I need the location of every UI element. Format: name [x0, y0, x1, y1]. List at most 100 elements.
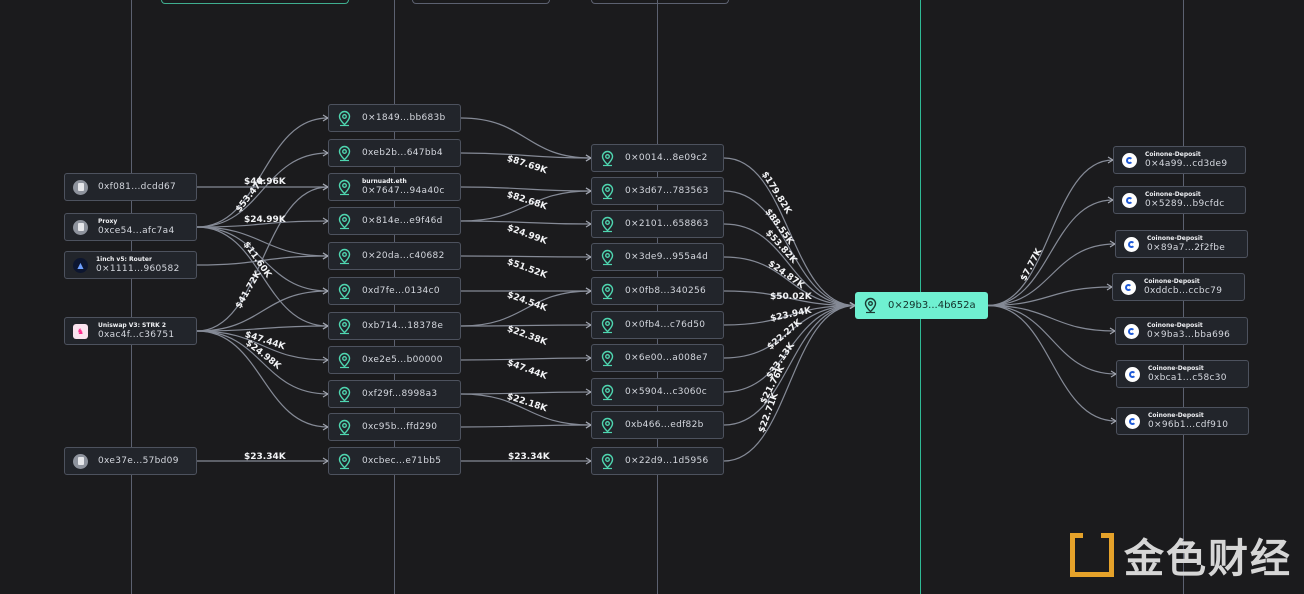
node-address: 0×0fb8...340256 [625, 286, 707, 296]
node-address: 0×22d9...1d5956 [625, 456, 709, 466]
location-pin-icon [337, 179, 352, 196]
hop2-node[interactable]: 0×3d67...783563 [591, 177, 724, 205]
hop1-node[interactable]: 0×1849...bb683b [328, 104, 461, 132]
source-node[interactable]: ♞ Uniswap V3: STRK 2 0xac4f...c36751 [64, 317, 197, 345]
node-address: 0×5289...b9cfdc [1145, 199, 1225, 209]
flow-edge [460, 220, 592, 225]
hop2-node[interactable]: 0×0fb8...340256 [591, 277, 724, 305]
deposit-node[interactable]: Coinone-Deposit 0×5289...b9cfdc [1113, 186, 1246, 214]
hop2-node[interactable]: 0×22d9...1d5956 [591, 447, 724, 475]
location-pin-icon [600, 317, 615, 334]
node-address: 0xb466...edf82b [625, 420, 704, 430]
node-address: 0xcbec...e71bb5 [362, 456, 442, 466]
edge-amount-label: $23.34K [508, 452, 550, 462]
node-address: 0×96b1...cdf910 [1148, 420, 1229, 430]
deposit-node[interactable]: Coinone-Deposit 0xbca1...c58c30 [1116, 360, 1249, 388]
coinone-logo-icon [1125, 366, 1140, 382]
deposit-node[interactable]: Coinone-Deposit 0×96b1...cdf910 [1116, 407, 1249, 435]
location-pin-icon [337, 453, 352, 470]
hop1-node[interactable]: 0×20da...c40682 [328, 242, 461, 270]
node-address: 0xe2e5...b00000 [362, 355, 443, 365]
node-address: 0×5904...c3060c [625, 387, 708, 397]
node-address: 0×7647...94a40c [362, 186, 445, 196]
hop2-node[interactable]: 0xb466...edf82b [591, 411, 724, 439]
node-address: 0×2101...658863 [625, 219, 709, 229]
target-address-node[interactable]: 0×29b3...4b652a [855, 292, 988, 319]
node-label: burnuadt.eth [362, 178, 407, 185]
watermark: 金色财经 [1070, 526, 1292, 584]
node-address: 0×0fb4...c76d50 [625, 320, 706, 330]
flow-edge [987, 199, 1114, 307]
hop1-node[interactable]: 0xe2e5...b00000 [328, 346, 461, 374]
hop2-node[interactable]: 0×5904...c3060c [591, 378, 724, 406]
flow-edge [987, 286, 1113, 307]
node-label: Coinone-Deposit [1148, 412, 1204, 419]
location-pin-icon [600, 283, 615, 300]
coinone-logo-icon [1122, 152, 1137, 168]
node-label: Coinone-Deposit [1147, 235, 1203, 242]
hop1-node[interactable]: 0xd7fe...0134c0 [328, 277, 461, 305]
location-pin-icon [337, 352, 352, 369]
node-address: 0×1111...960582 [96, 264, 180, 274]
deposit-node[interactable]: Coinone-Deposit 0xddcb...ccbc79 [1112, 273, 1245, 301]
flow-edge [196, 290, 329, 332]
source-node[interactable]: ▲ 1inch v5: Router 0×1111...960582 [64, 251, 197, 279]
location-pin-icon [600, 183, 615, 200]
node-address: 0xce54...afc7a4 [98, 226, 175, 236]
coinone-logo-icon [1124, 236, 1139, 252]
node-address: 0×20da...c40682 [362, 251, 445, 261]
document-icon [73, 453, 88, 469]
node-address: 0×6e00...a008e7 [625, 353, 709, 363]
node-address: 0×0014...8e09c2 [625, 153, 708, 163]
node-address: 0×3de9...955a4d [625, 252, 709, 262]
flow-edge [196, 226, 329, 257]
location-pin-icon [337, 318, 352, 335]
hop1-node[interactable]: 0xf29f...8998a3 [328, 380, 461, 408]
flow-edge [987, 304, 1117, 422]
location-pin-icon [337, 386, 352, 403]
flow-edge [196, 325, 329, 332]
hop2-node[interactable]: 0×6e00...a008e7 [591, 344, 724, 372]
hop2-node[interactable]: 0×3de9...955a4d [591, 243, 724, 271]
location-pin-icon [600, 417, 615, 434]
source-node[interactable]: Proxy 0xce54...afc7a4 [64, 213, 197, 241]
document-icon [73, 179, 88, 195]
flow-edge [460, 391, 592, 395]
location-pin-icon [337, 283, 352, 300]
node-label: Coinone-Deposit [1148, 365, 1204, 372]
hop1-node[interactable]: 0xc95b...ffd290 [328, 413, 461, 441]
hop2-node[interactable]: 0×2101...658863 [591, 210, 724, 238]
location-pin-icon [600, 453, 615, 470]
node-address: 0×3d67...783563 [625, 186, 709, 196]
coinone-logo-icon [1125, 413, 1140, 429]
flow-edge [460, 117, 592, 159]
node-address: 0xf29f...8998a3 [362, 389, 438, 399]
location-pin-icon [600, 249, 615, 266]
node-label: Proxy [98, 218, 118, 225]
hop2-node[interactable]: 0×0fb4...c76d50 [591, 311, 724, 339]
hop1-node[interactable]: burnuadt.eth 0×7647...94a40c [328, 173, 461, 201]
hop1-node[interactable]: 0xcbec...e71bb5 [328, 447, 461, 475]
hop1-node[interactable]: 0xb714...18378e [328, 312, 461, 340]
1inch-logo-icon: ▲ [73, 257, 88, 273]
location-pin-icon [600, 384, 615, 401]
watermark-text: 金色财经 [1124, 536, 1292, 582]
hop1-node[interactable]: 0xeb2b...647bb4 [328, 139, 461, 167]
node-address: 0xddcb...ccbc79 [1144, 286, 1223, 296]
location-pin-icon [600, 350, 615, 367]
watermark-logo [1070, 533, 1114, 577]
location-pin-icon [337, 110, 352, 127]
flow-edge [460, 152, 592, 159]
deposit-node[interactable]: Coinone-Deposit 0×89a7...2f2fbe [1115, 230, 1248, 258]
hop2-node[interactable]: 0×0014...8e09c2 [591, 144, 724, 172]
location-pin-icon [337, 145, 352, 162]
node-label: Coinone-Deposit [1144, 278, 1200, 285]
deposit-node[interactable]: Coinone-Deposit 0×9ba3...bba696 [1115, 317, 1248, 345]
hop1-node[interactable]: 0×814e...e9f46d [328, 207, 461, 235]
uniswap-logo-icon: ♞ [73, 323, 88, 339]
deposit-node[interactable]: Coinone-Deposit 0×4a99...cd3de9 [1113, 146, 1246, 174]
source-node[interactable]: 0xf081...dcdd67 [64, 173, 197, 201]
node-label: Coinone-Deposit [1147, 322, 1203, 329]
flow-edge [460, 255, 592, 258]
source-node[interactable]: 0xe37e...57bd09 [64, 447, 197, 475]
